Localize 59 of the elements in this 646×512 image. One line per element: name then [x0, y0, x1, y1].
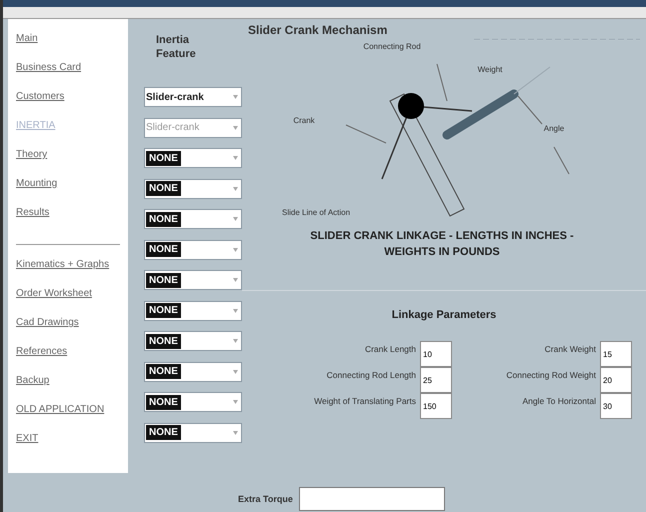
field-label: Extra Torque [238, 494, 293, 504]
diagram-label: Slide Line of Action [282, 208, 350, 217]
input-field[interactable]: 25 [420, 367, 452, 393]
sidebar-link[interactable]: Main [16, 33, 128, 62]
sidebar-link[interactable]: Cad Drawings [16, 317, 128, 346]
column-heading: Inertia Feature [155, 33, 197, 61]
diagram-label: Connecting Rod [363, 42, 421, 51]
dropdown[interactable]: Slider-crank [144, 87, 242, 107]
section-title: Slider Crank Mechanism [248, 23, 388, 39]
sidebar-link[interactable]: EXIT [16, 433, 128, 462]
input-field[interactable]: 150 [420, 393, 452, 419]
input-field[interactable]: 20 [600, 367, 632, 393]
diagram-label: Weight [478, 65, 502, 74]
sidebar-link[interactable]: Theory [16, 149, 128, 178]
section-title: Linkage Parameters [390, 309, 498, 321]
input-field[interactable]: 10 [420, 341, 452, 367]
sidebar-link[interactable]: Results [16, 207, 128, 236]
sidebar-link[interactable]: Customers [16, 91, 128, 120]
sidebar-link[interactable]: Kinematics + Graphs [16, 259, 128, 288]
sidebar-link[interactable]: Business Card [16, 62, 128, 91]
diagram-label: Angle [544, 124, 564, 133]
caret-icon [233, 339, 238, 343]
caret-icon [233, 400, 238, 404]
field-label: Angle To Horizontal [522, 395, 596, 406]
caret-icon [233, 308, 238, 312]
dropdown[interactable]: NONE [144, 300, 242, 320]
diagram-caption: SLIDER CRANK LINKAGE - LENGTHS IN INCHES - WEIGHTS IN POUNDS [309, 229, 575, 260]
sidebar-link[interactable]: Backup [16, 375, 128, 404]
field-label: Weight of Translating Parts [314, 395, 416, 406]
caret-icon [233, 95, 238, 99]
caret-icon [233, 430, 238, 434]
field-label: Crank Weight [544, 343, 596, 354]
dropdown[interactable]: NONE [144, 362, 242, 382]
sidebar-link[interactable]: Order Worksheet [16, 288, 128, 317]
caret-icon [233, 370, 238, 374]
dropdown[interactable]: NONE [144, 270, 242, 290]
input-field[interactable] [298, 487, 445, 511]
dropdown[interactable]: NONE [144, 209, 242, 229]
sidebar-link[interactable]: References [16, 346, 128, 375]
caret-icon [233, 278, 238, 282]
dropdown[interactable]: NONE [144, 422, 242, 442]
caret-icon [233, 248, 238, 252]
dropdown[interactable]: NONE [144, 148, 242, 168]
sidebar-link[interactable]: OLD APPLICATION [16, 404, 128, 433]
input-field[interactable]: 15 [600, 341, 632, 367]
field-label: Connecting Rod Length [326, 369, 416, 380]
diagram-label: Crank [293, 116, 315, 125]
caret-icon [233, 186, 238, 190]
sidebar-link[interactable]: Mounting [16, 178, 128, 207]
input-field[interactable]: 30 [600, 393, 632, 419]
dropdown[interactable]: NONE [144, 240, 242, 260]
caret-icon [233, 126, 238, 130]
field-label: Connecting Rod Weight [506, 369, 596, 380]
caret-icon [233, 156, 238, 160]
dropdown[interactable]: NONE [144, 178, 242, 198]
field-label: Crank Length [364, 343, 416, 354]
dropdown[interactable]: NONE [144, 331, 242, 351]
dropdown[interactable]: NONE [144, 392, 242, 412]
caret-icon [233, 217, 238, 221]
